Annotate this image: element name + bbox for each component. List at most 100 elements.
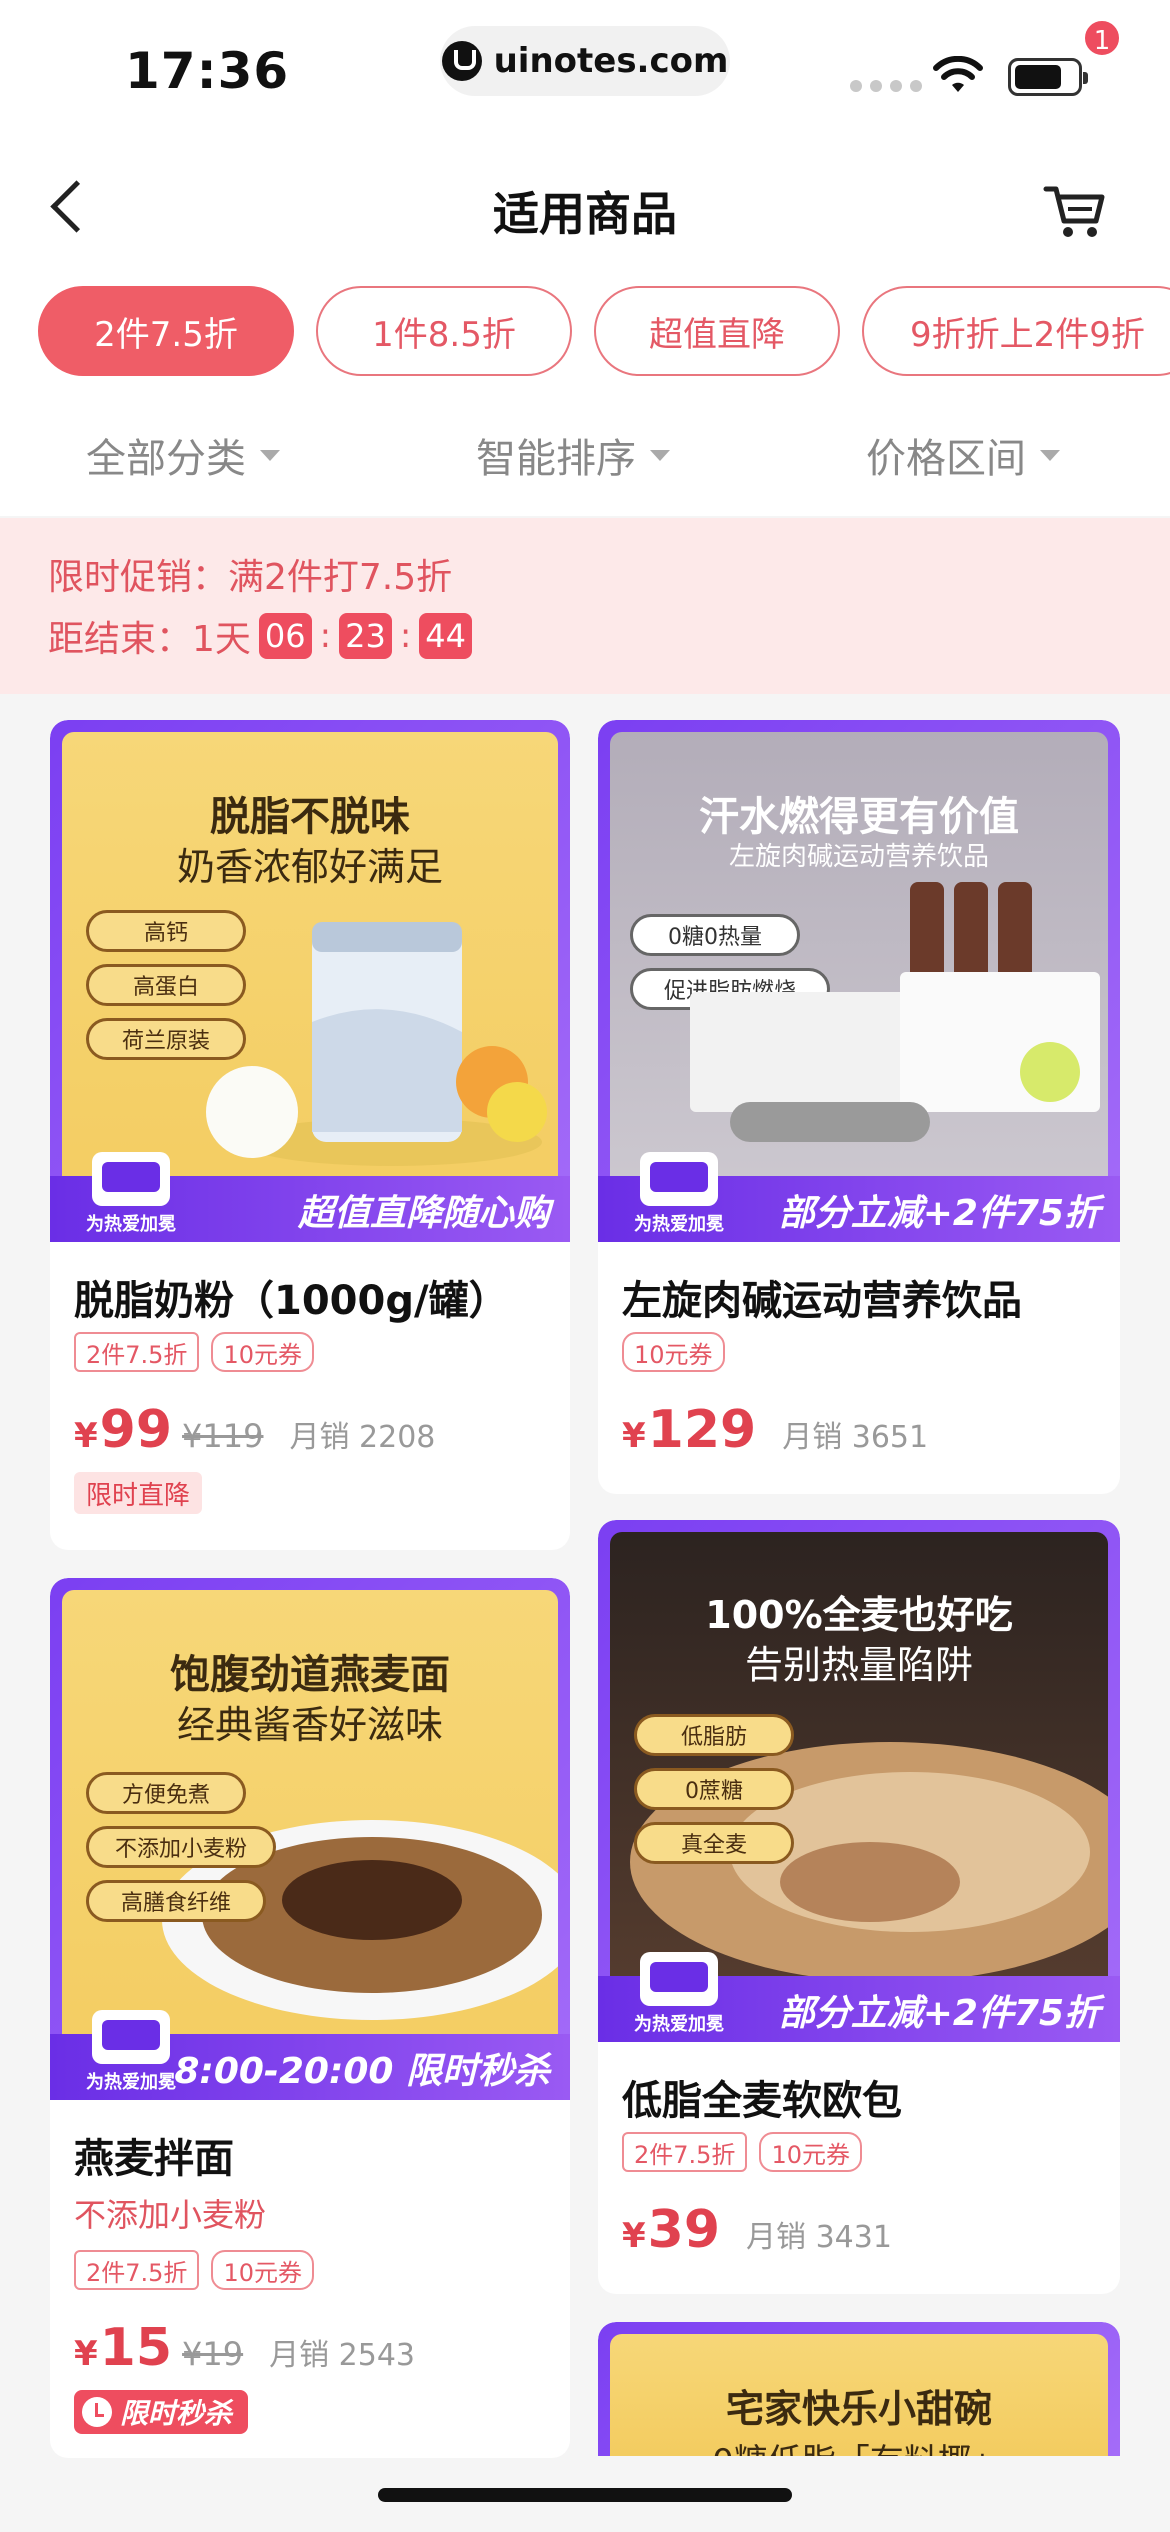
tab-promo-2[interactable]: 1件8.5折 [316,286,572,376]
product-title: 燕麦拌面 [74,2136,234,2182]
monthly-sales: 月销 2208 [289,1420,436,1455]
flash-sale-label: 限时秒杀 [120,2397,233,2430]
flash-sale-badge: 限时秒杀 [74,2390,249,2434]
countdown-minutes: 23 [339,613,392,659]
caret-down-icon [260,449,280,461]
brand-logo: 为热爱加冕 [76,2010,186,2098]
cart-count-badge: 1 [1082,18,1122,58]
image-headline: 100%全麦也好吃 [705,1593,1013,1637]
image-pill: 低脂肪 [634,1714,794,1756]
monthly-sales: 月销 3651 [782,1420,929,1455]
countdown-seconds: 44 [419,613,472,659]
tab-promo-3[interactable]: 超值直降 [594,286,840,376]
brand-logo: 为热爱加冕 [624,1152,734,1240]
page-title: 适用商品 [493,187,677,241]
product-price: 129 [647,1400,757,1460]
product-price: 39 [647,2200,721,2260]
countdown: 距结束：1天 06 : 23 : 44 [48,610,472,662]
image-subline: 告别热量陷阱 [744,1643,973,1687]
product-price: 99 [99,1400,173,1460]
image-subline: 左旋肉碱运动营养饮品 [728,842,989,872]
countdown-sep: : [319,616,332,656]
milk-can-illustration [206,922,547,1166]
nav-bar: 适用商品 [0,140,1170,272]
currency-symbol: ¥ [74,2334,98,2374]
product-image: 100%全麦也好吃 告别热量陷阱 低脂肪 0蔗糖 真全麦 为热爱加冕 部分立减+… [598,1520,1120,2042]
promo-description: 限时促销：满2件打7.5折 [48,557,453,598]
coupon-tag: 10元券 [759,2132,862,2172]
filter-category-label: 全部分类 [86,436,246,482]
coupon-tag: 10元券 [211,1332,314,1372]
tab-promo-1[interactable]: 2件7.5折 [38,286,294,376]
promo-strip-text: 超值直降随心购 [297,1193,550,1234]
currency-symbol: ¥ [622,1416,646,1456]
image-headline: 汗水燃得更有价值 [699,794,1019,840]
image-pill: 高膳食纤维 [86,1880,266,1922]
product-card-carnitine[interactable]: 汗水燃得更有价值 左旋肉碱运动营养饮品 0糖0热量 促进脂肪燃烧 为热爱加冕 部… [598,720,1120,1494]
original-price: ¥19 [182,2335,244,2373]
product-card-bread[interactable]: 100%全麦也好吃 告别热量陷阱 低脂肪 0蔗糖 真全麦 为热爱加冕 部分立减+… [598,1520,1120,2294]
product-card-dessert[interactable]: 宅家快乐小甜碗 0糖低脂「有料椰」 [598,2322,1120,2456]
product-image: 宅家快乐小甜碗 0糖低脂「有料椰」 [598,2322,1120,2456]
image-subline: 经典酱香好滋味 [176,1703,443,1747]
limited-price-drop-badge: 限时直降 [74,1472,203,1514]
countdown-hours: 06 [258,613,312,659]
coupon-tag: 10元券 [211,2250,314,2290]
filter-price[interactable]: 价格区间 [866,426,1060,484]
monthly-sales: 月销 3431 [746,2220,892,2255]
filter-sort[interactable]: 智能排序 [476,426,670,484]
wifi-icon [933,56,983,92]
countdown-label: 距结束：1天 [48,619,251,660]
image-headline: 宅家快乐小甜碗 [725,2387,992,2431]
countdown-sep: : [399,616,412,656]
discount-tag: 2件7.5折 [74,2250,200,2290]
coupon-tag: 10元券 [622,1332,725,1372]
cart-icon[interactable] [1040,175,1110,245]
brand-logo: 为热爱加冕 [76,1152,186,1240]
image-headline: 饱腹劲道燕麦面 [170,1652,450,1698]
discount-tag: 2件7.5折 [622,2132,748,2172]
image-pill: 0蔗糖 [634,1768,794,1810]
caret-down-icon [650,449,670,461]
image-subline: 0糖低脂「有料椰」 [610,2434,1108,2456]
promo-strip-text: 部分立减+2件75折 [778,1993,1100,2034]
product-price: 15 [99,2318,173,2378]
promo-strip-text: 8:00-20:00 限时秒杀 [174,2051,550,2092]
product-image: 脱脂不脱味 奶香浓郁好满足 高钙 高蛋白 荷兰原装 为热爱加冕 超值直降随心购 [50,720,570,1242]
product-title: 脱脂奶粉（1000g/罐） [74,1278,509,1324]
promo-strip-text: 部分立减+2件75折 [778,1193,1100,1234]
filter-sort-label: 智能排序 [476,436,636,482]
product-image: 饱腹劲道燕麦面 经典酱香好滋味 方便免煮 不添加小麦粉 高膳食纤维 为热爱加冕 … [50,1578,570,2100]
filter-category[interactable]: 全部分类 [86,426,280,484]
product-image: 汗水燃得更有价值 左旋肉碱运动营养饮品 0糖0热量 促进脂肪燃烧 为热爱加冕 部… [598,720,1120,1242]
url-text: uinotes.com [493,41,729,81]
filter-price-label: 价格区间 [866,436,1026,482]
status-bar: 17:36 uinotes.com [0,0,1170,140]
product-card-milk[interactable]: 脱脂不脱味 奶香浓郁好满足 高钙 高蛋白 荷兰原装 为热爱加冕 超值直降随心购 … [50,720,570,1550]
status-time: 17:36 [125,42,290,100]
brand-logo: 为热爱加冕 [624,1952,734,2040]
product-card-oat-noodles[interactable]: 饱腹劲道燕麦面 经典酱香好滋味 方便免煮 不添加小麦粉 高膳食纤维 为热爱加冕 … [50,1578,570,2458]
product-title: 低脂全麦软欧包 [622,2078,902,2124]
promo-banner: 限时促销：满2件打7.5折 距结束：1天 06 : 23 : 44 [0,518,1170,694]
url-pill[interactable]: uinotes.com [440,26,730,96]
image-headline: 脱脂不脱味 [210,794,410,840]
tab-promo-4[interactable]: 9折折上2件9折 [862,286,1170,376]
image-pill: 真全麦 [634,1822,794,1864]
cellular-signal-icon [850,80,922,92]
product-title: 左旋肉碱运动营养饮品 [622,1278,1022,1324]
filter-bar: 全部分类 智能排序 价格区间 [0,386,1170,516]
promo-tabs: 2件7.5折 1件8.5折 超值直降 9折折上2件9折 [0,272,1170,386]
discount-tag: 2件7.5折 [74,1332,200,1372]
currency-symbol: ¥ [74,1416,98,1456]
alarm-clock-icon [82,2397,112,2427]
back-button[interactable] [40,170,110,240]
home-indicator[interactable] [378,2488,792,2502]
battery-icon [1008,58,1088,96]
caret-down-icon [1040,449,1060,461]
monthly-sales: 月销 2543 [269,2338,416,2373]
image-pill: 不添加小麦粉 [86,1826,276,1868]
site-logo-icon [441,41,482,81]
original-price: ¥119 [182,1417,264,1455]
image-pill: 方便免煮 [86,1772,246,1814]
